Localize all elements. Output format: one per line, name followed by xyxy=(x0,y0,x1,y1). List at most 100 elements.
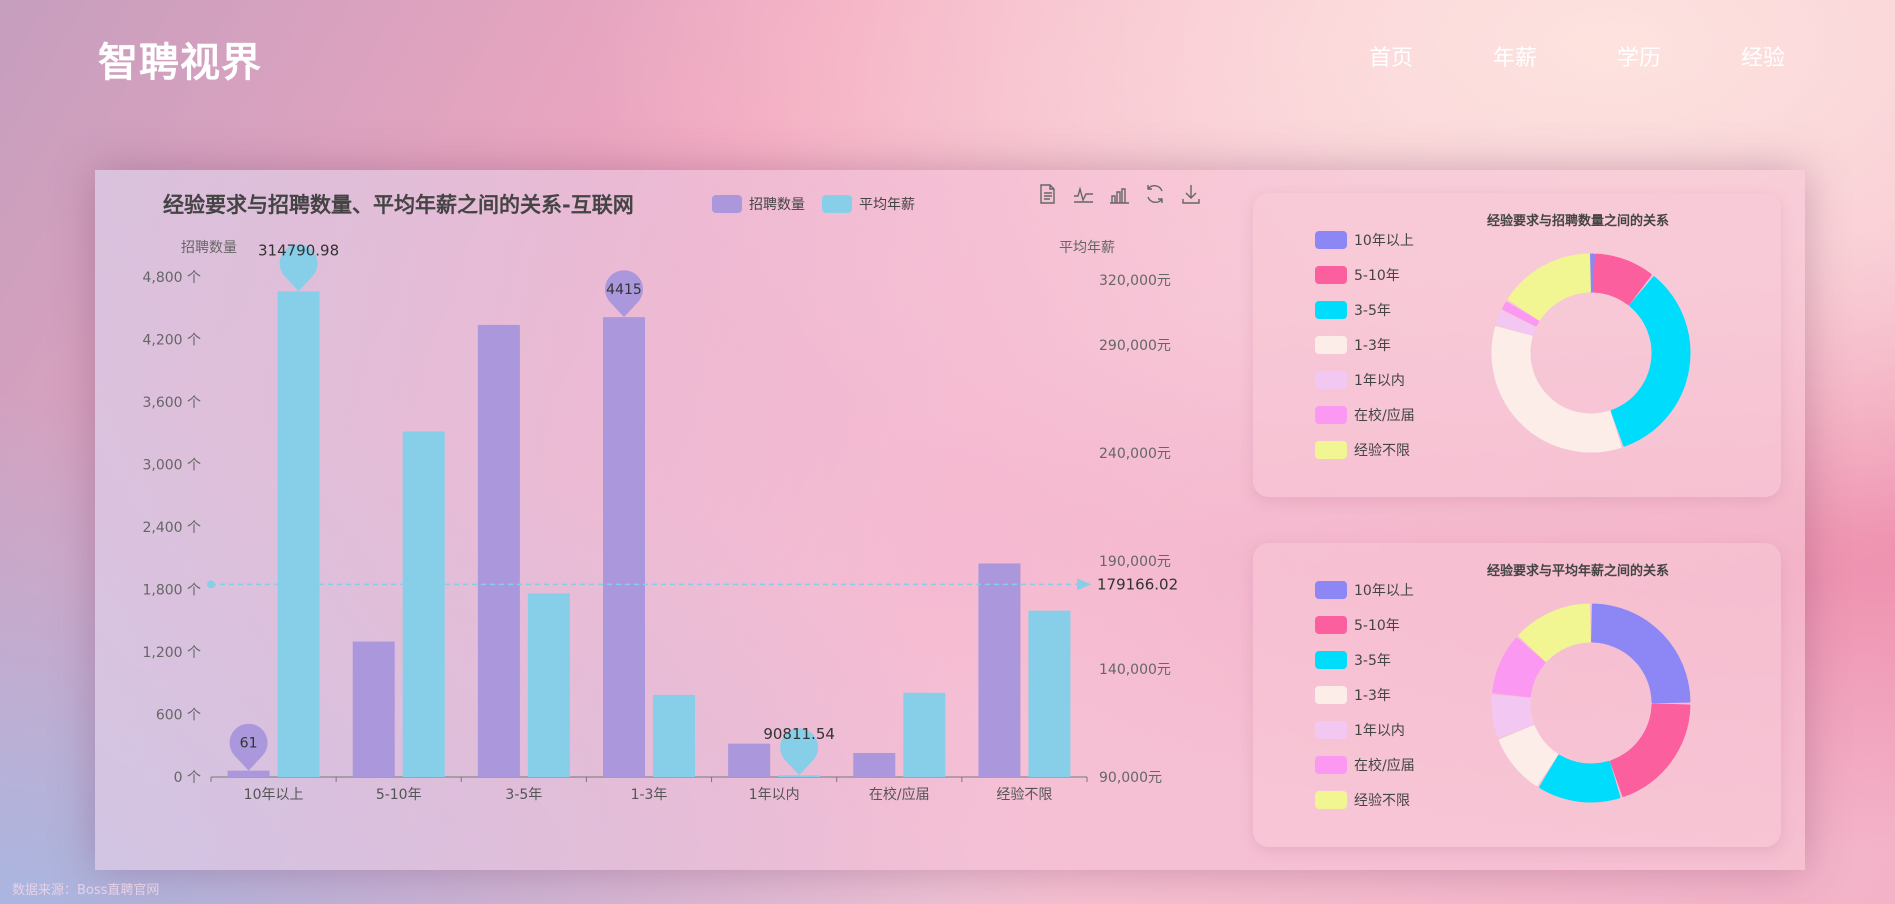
legend-label-salary: 平均年薪 xyxy=(859,197,915,213)
pie-salary-legend-label: 10年以上 xyxy=(1354,583,1414,599)
x-tick-label: 3-5年 xyxy=(505,787,542,803)
y-right-tick-label: 90,000元 xyxy=(1099,770,1162,786)
chart-toolbar xyxy=(1036,182,1202,206)
pie-count-legend-label: 5-10年 xyxy=(1354,268,1400,284)
y-left-tick-label: 1,200 个 xyxy=(142,645,201,661)
pie-chart-count: 经验要求与招聘数量之间的关系 10年以上 5-10年 3-5年 1-3年 1年以内在校/应… xyxy=(1315,213,1691,459)
y-left-tick-label: 2,400 个 xyxy=(142,520,201,536)
bar-count xyxy=(978,563,1021,777)
y-left-tick-label: 4,200 个 xyxy=(142,333,201,349)
pie-salary-legend-swatch xyxy=(1315,791,1347,809)
pie-salary-legend-swatch xyxy=(1315,651,1347,669)
x-tick-label: 10年以上 xyxy=(244,787,304,803)
pie-salary-legend-label: 1-3年 xyxy=(1354,688,1391,704)
pie-count-legend-label: 1年以内 xyxy=(1354,373,1405,389)
download-icon[interactable] xyxy=(1180,182,1202,206)
y-right-tick-label: 140,000元 xyxy=(1099,662,1171,678)
y-left-tick-label: 600 个 xyxy=(156,708,201,724)
y-right-tick-label: 320,000元 xyxy=(1099,273,1171,289)
pie-salary-legend-label: 在校/应届 xyxy=(1354,757,1415,774)
y-right-tick-label: 240,000元 xyxy=(1099,446,1171,462)
bar-salary xyxy=(527,593,570,777)
y-left-tick-label: 4,800 个 xyxy=(142,270,201,286)
pie-count-slice xyxy=(1491,326,1622,453)
y-left-tick-label: 1,800 个 xyxy=(142,583,201,599)
x-tick-label: 1年以内 xyxy=(749,787,800,803)
markpoint-count-label: 4415 xyxy=(606,282,642,298)
pie-count-legend-label: 经验不限 xyxy=(1354,443,1410,459)
nav-salary[interactable]: 年薪 xyxy=(1493,40,1537,72)
bar-chart-icon[interactable] xyxy=(1108,182,1130,206)
pie-salary-legend-label: 3-5年 xyxy=(1354,653,1391,669)
experience-bar-chart: 经验要求与招聘数量、平均年薪之间的关系-互联网 招聘数量 平均年薪招聘数量 平均年薪0… xyxy=(142,193,1178,803)
nav-education[interactable]: 学历 xyxy=(1617,40,1661,72)
pie-salary-legend-swatch xyxy=(1315,756,1347,774)
pie-chart-salary: 经验要求与平均年薪之间的关系 10年以上 5-10年 3-5年 1-3年 1年以内在校/应… xyxy=(1315,563,1691,809)
markpoint-count-label: 61 xyxy=(240,736,258,752)
y-left-tick-label: 0 个 xyxy=(174,770,201,786)
pie-count-legend-swatch xyxy=(1315,231,1347,249)
pie-salary-legend-swatch xyxy=(1315,686,1347,704)
pie-count-slice xyxy=(1610,276,1691,447)
pie-salary-legend-swatch xyxy=(1315,616,1347,634)
y-left-tick-label: 3,600 个 xyxy=(142,395,201,411)
y-left-tick-label: 3,000 个 xyxy=(142,458,201,474)
nav-home[interactable]: 首页 xyxy=(1369,40,1413,72)
pie-count-legend-label: 在校/应届 xyxy=(1354,407,1415,424)
bar-count xyxy=(603,317,645,777)
legend-label-count: 招聘数量 xyxy=(749,197,805,213)
pie-salary-slice xyxy=(1591,603,1691,704)
pie-salary-legend-label: 1年以内 xyxy=(1354,723,1405,739)
pie-count-legend-swatch xyxy=(1315,406,1347,424)
legend-swatch-count xyxy=(712,195,742,213)
data-view-icon[interactable] xyxy=(1036,182,1058,206)
pie-count-legend-swatch xyxy=(1315,336,1347,354)
pie-count-legend-label: 1-3年 xyxy=(1354,338,1391,354)
pie-salary-legend-label: 5-10年 xyxy=(1354,618,1400,634)
legend-swatch-salary xyxy=(822,195,852,213)
pie-salary-legend-label: 经验不限 xyxy=(1354,793,1410,809)
restore-icon[interactable] xyxy=(1144,182,1166,206)
bar-salary xyxy=(903,692,946,777)
x-tick-label: 在校/应届 xyxy=(869,786,930,803)
bar-count xyxy=(477,324,520,777)
bar-salary xyxy=(778,775,821,777)
pie-count-legend-swatch xyxy=(1315,371,1347,389)
x-tick-label: 5-10年 xyxy=(376,787,422,803)
pie-salary-legend-swatch xyxy=(1315,581,1347,599)
x-tick-label: 经验不限 xyxy=(996,787,1052,803)
markpoint-salary-label: 314790.98 xyxy=(258,241,339,259)
y-left-axis-title: 招聘数量 xyxy=(181,240,237,256)
bar-count xyxy=(352,641,395,777)
bar-count xyxy=(227,770,270,777)
bar-salary xyxy=(653,694,695,777)
bar-count xyxy=(853,753,896,777)
bar-salary xyxy=(277,291,320,777)
y-right-axis-title: 平均年薪 xyxy=(1059,240,1115,256)
markline-label: 179166.02 xyxy=(1097,575,1178,593)
line-chart-icon[interactable] xyxy=(1072,182,1094,206)
bar-count xyxy=(728,743,771,777)
bar-salary xyxy=(402,431,445,777)
y-right-tick-label: 190,000元 xyxy=(1099,554,1171,570)
top-nav: 首页 年薪 学历 经验 xyxy=(1369,40,1785,72)
brand-logo: 智聘视界 xyxy=(98,40,262,86)
chart-title: 经验要求与招聘数量、平均年薪之间的关系-互联网 xyxy=(163,193,634,217)
pie-count-slice xyxy=(1507,253,1591,321)
data-source-note: 数据来源：Boss直聘官网 xyxy=(12,883,160,898)
nav-experience[interactable]: 经验 xyxy=(1741,40,1785,72)
pie-count-legend-swatch xyxy=(1315,441,1347,459)
markpoint-salary-label: 90811.54 xyxy=(763,725,835,743)
markline-arrow xyxy=(1077,578,1091,591)
x-tick-label: 1-3年 xyxy=(631,787,668,803)
pie-count-legend-label: 10年以上 xyxy=(1354,233,1414,249)
pie-count-title: 经验要求与招聘数量之间的关系 xyxy=(1487,213,1669,229)
bar-salary xyxy=(1028,610,1071,777)
pie-salary-title: 经验要求与平均年薪之间的关系 xyxy=(1487,563,1669,579)
pie-salary-legend-swatch xyxy=(1315,721,1347,739)
y-right-tick-label: 290,000元 xyxy=(1099,338,1171,354)
pie-salary-slice xyxy=(1610,703,1691,797)
pie-count-legend-swatch xyxy=(1315,266,1347,284)
pie-count-legend-label: 3-5年 xyxy=(1354,303,1391,319)
pie-count-legend-swatch xyxy=(1315,301,1347,319)
